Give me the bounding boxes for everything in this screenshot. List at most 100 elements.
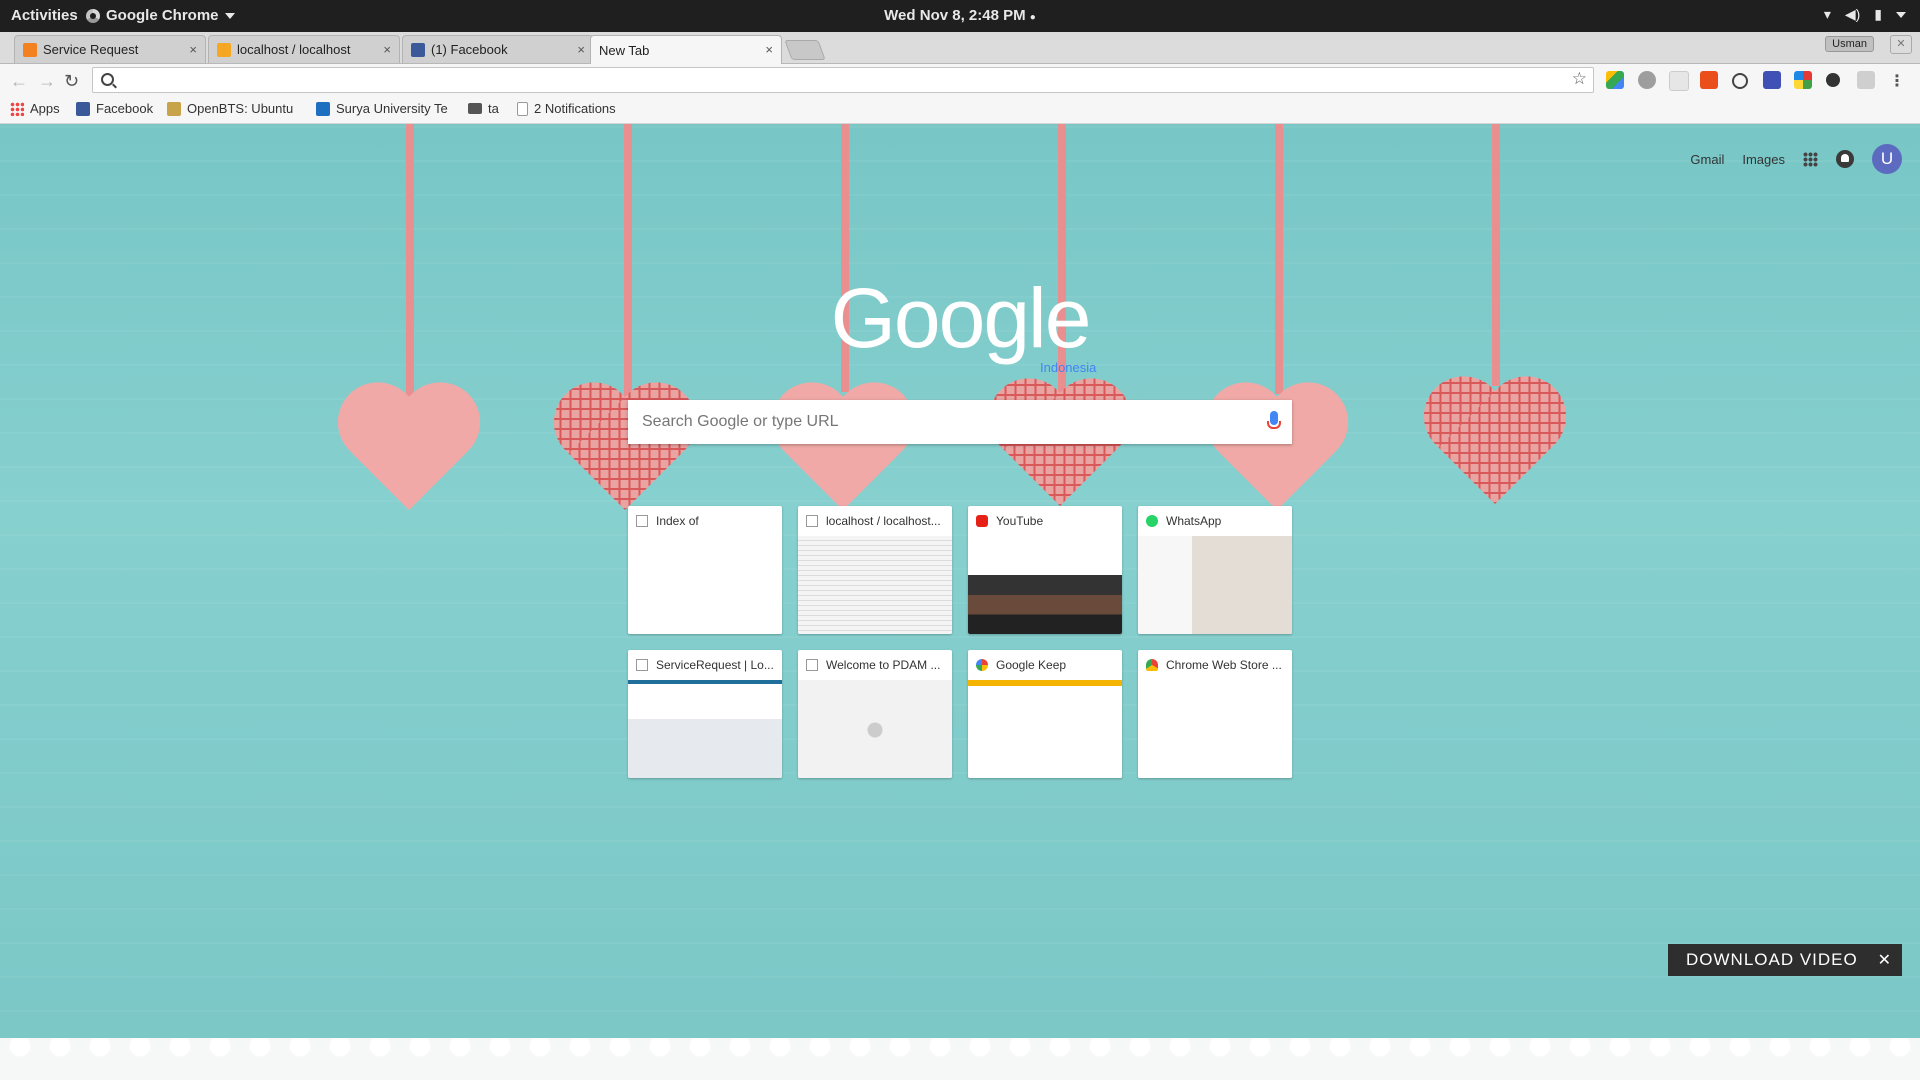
new-tab-button[interactable] [784,40,826,60]
facebook-icon [76,101,90,116]
google-drive-icon[interactable] [1606,71,1624,89]
office-icon[interactable] [1700,71,1718,89]
bookmark-notifications[interactable]: 2 Notifications [517,101,616,116]
window-close-icon[interactable]: ✕ [1890,35,1912,54]
ribbon-decoration [624,124,632,404]
account-avatar[interactable]: U [1872,144,1902,174]
whatsapp-icon [1146,515,1158,527]
images-link[interactable]: Images [1742,152,1785,167]
most-visited-tile[interactable]: Index of [628,506,782,634]
most-visited-tile[interactable]: Chrome Web Store ... [1138,650,1292,778]
tab-new-tab[interactable]: New Tab × [590,35,782,64]
tab-title: Service Request [43,42,139,57]
system-status-area[interactable]: ▾ ◀) ▮ [1824,6,1906,23]
tile-title: localhost / localhost... [826,514,941,528]
speed-icon[interactable] [1732,73,1748,89]
tab-facebook[interactable]: (1) Facebook × [402,35,594,63]
google-icon [976,659,988,671]
google-apps-icon[interactable] [1803,151,1818,167]
tab-close-icon[interactable]: × [189,42,197,57]
most-visited-tile[interactable]: Google Keep [968,650,1122,778]
tile-thumbnail [1138,680,1292,778]
profile-button[interactable]: Usman [1825,36,1874,52]
bookmark-openbts[interactable]: OpenBTS: Ubuntu [167,101,293,116]
ribbon-decoration [1275,124,1283,394]
tile-thumbnail [628,680,782,778]
forward-icon[interactable]: → [38,71,56,92]
most-visited-tile[interactable]: YouTube [968,506,1122,634]
tab-close-icon[interactable]: × [383,42,391,57]
download-video-close-icon[interactable]: ✕ [1878,950,1892,970]
most-visited-tile[interactable]: ServiceRequest | Lo... [628,650,782,778]
tile-title: YouTube [996,514,1044,528]
page-icon [806,515,818,527]
tile-title: Google Keep [996,658,1067,672]
tool-icon[interactable] [1826,73,1840,87]
page-icon [517,101,528,116]
page-icon [636,515,648,527]
app-menu-label: Google Chrome [106,7,219,24]
ntp-header-links: Gmail Images U [1690,144,1920,174]
tile-title: ServiceRequest | Lo... [656,658,774,672]
wire-heart-decoration [1420,380,1570,530]
bookmark-label: OpenBTS: Ubuntu [187,101,294,116]
bookmark-label: Surya University Te [336,101,448,116]
clock[interactable]: Wed Nov 8, 2:48 PM [884,7,1025,24]
ribbon-decoration [1492,124,1500,386]
tab-localhost[interactable]: localhost / localhost × [208,35,400,63]
system-top-bar: Activities Google Chrome Wed Nov 8, 2:48… [0,0,1920,32]
address-bar[interactable]: ☆ [92,67,1594,93]
tile-title: WhatsApp [1166,514,1222,528]
most-visited-tile[interactable]: WhatsApp [1138,506,1292,634]
app-menu[interactable]: Google Chrome [86,7,235,24]
google-logo: Google [830,271,1092,365]
bookmark-apps[interactable]: Apps [10,101,60,116]
download-icon[interactable] [1763,71,1781,89]
tab-strip: Service Request × localhost / localhost … [0,32,1920,64]
bookmark-facebook[interactable]: Facebook [76,101,153,116]
reload-icon[interactable]: ↻ [64,71,79,92]
most-visited-tile[interactable]: Welcome to PDAM ... [798,650,952,778]
download-video-button[interactable]: DOWNLOAD VIDEO ✕ [1668,944,1902,976]
chrome-menu-icon[interactable]: ⋮ [1889,71,1905,91]
tab-close-icon[interactable]: × [765,42,773,57]
openbts-icon [167,101,181,116]
page-icon [806,659,818,671]
tab-title: localhost / localhost [237,42,351,57]
bookmark-label: Apps [30,101,60,116]
bookmark-surya-university[interactable]: Surya University Te [316,101,448,116]
notifications-bell-icon[interactable] [1836,150,1854,168]
tile-thumbnail [968,680,1122,778]
new-tab-page: Gmail Images U Google Indonesia Index of… [0,124,1920,1080]
tab-close-icon[interactable]: × [577,42,585,57]
lace-decoration [0,1038,1920,1080]
color-picker-icon[interactable] [1794,71,1812,89]
extension-icon[interactable] [1669,71,1689,91]
chat-icon[interactable] [1638,71,1656,89]
ntp-search-box[interactable] [628,400,1292,444]
keyboard-icon[interactable] [1857,71,1875,89]
tile-thumbnail [1138,536,1292,634]
chrome-web-store-icon [1146,659,1158,671]
tile-title: Index of [656,514,699,528]
bookmarks-bar: Apps Facebook OpenBTS: Ubuntu Surya Univ… [0,98,1920,124]
gmail-link[interactable]: Gmail [1690,152,1724,167]
back-icon[interactable]: ← [10,71,28,92]
microphone-icon[interactable] [1267,411,1281,429]
facebook-favicon-icon [411,42,425,57]
tab-title: New Tab [599,42,650,58]
most-visited-tile[interactable]: localhost / localhost... [798,506,952,634]
activities-button[interactable]: Activities [11,7,78,24]
tab-service-request[interactable]: Service Request × [14,35,206,63]
tile-thumbnail [798,680,952,778]
bookmark-folder-ta[interactable]: ta [468,101,499,116]
bookmark-star-icon[interactable]: ☆ [1572,69,1587,89]
volume-icon: ◀) [1844,6,1861,22]
tile-thumbnail [628,536,782,634]
tile-title: Chrome Web Store ... [1166,658,1282,672]
search-input[interactable] [640,408,1244,436]
phpmyadmin-favicon-icon [217,42,231,57]
apps-grid-icon [10,101,24,116]
chevron-down-icon [224,12,235,19]
battery-icon: ▮ [1874,6,1882,22]
